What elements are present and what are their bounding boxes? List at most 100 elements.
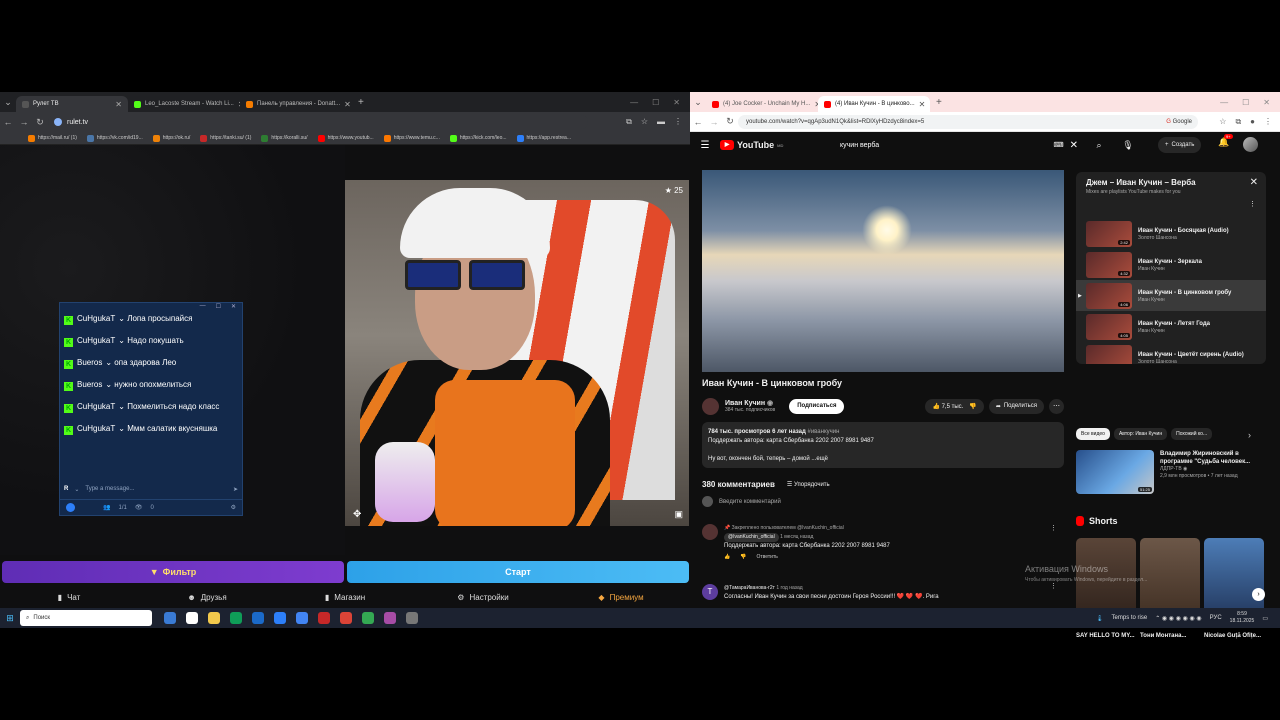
channel-name[interactable]: Иван Кучин ◉ xyxy=(725,399,775,407)
video-player[interactable] xyxy=(702,170,1064,372)
windows-start-icon[interactable]: ⊞ xyxy=(0,613,20,624)
chat-minimize-icon[interactable]: — xyxy=(200,303,206,313)
bookmark-item[interactable]: https://ok.ru/ xyxy=(152,134,190,142)
minimize-icon[interactable]: — xyxy=(1220,98,1228,107)
close-icon[interactable]: ✕ xyxy=(1250,177,1258,188)
url-field[interactable]: youtube.com/watch?v=qgAp3udN1Qk&list=RDl… xyxy=(738,114,1198,129)
file-explorer-icon[interactable] xyxy=(208,612,220,624)
chat-nick[interactable]: Bueros xyxy=(77,358,102,367)
obs-icon[interactable] xyxy=(384,612,396,624)
thumbs-down-icon[interactable]: 👎 xyxy=(740,553,746,562)
terminal-icon[interactable] xyxy=(186,612,198,624)
chrome-icon[interactable] xyxy=(296,612,308,624)
new-tab-icon[interactable]: + xyxy=(352,97,370,108)
avatar[interactable] xyxy=(702,524,718,540)
task-view-icon[interactable] xyxy=(164,612,176,624)
chevron-right-icon[interactable]: › xyxy=(1248,430,1251,440)
chrome-profile-icon[interactable] xyxy=(340,612,352,624)
search-input[interactable]: кучин верба ⌨ ✕ xyxy=(830,136,1086,154)
reload-icon[interactable]: ↻ xyxy=(32,117,48,128)
chrome-profile-icon[interactable] xyxy=(362,612,374,624)
settings-gear-icon[interactable]: ⚙ xyxy=(231,504,236,511)
bookmark-item[interactable]: https://www.youtub... xyxy=(317,134,374,142)
app-icon[interactable] xyxy=(406,612,418,624)
app-icon[interactable] xyxy=(318,612,330,624)
short-title[interactable]: SAY HELLO TO MY... xyxy=(1076,632,1136,642)
bookmark-item[interactable]: https://www.temu.c... xyxy=(383,134,440,142)
forward-icon[interactable]: → xyxy=(16,117,32,127)
weather-text[interactable]: Temps to rise xyxy=(1112,615,1148,621)
language-indicator[interactable]: РУС xyxy=(1210,615,1222,621)
tab-rulet[interactable]: Рулет ТВ ✕ xyxy=(16,96,128,112)
move-icon[interactable]: ✥ xyxy=(353,509,361,520)
comment-author[interactable]: @ТамараИванова-г2т xyxy=(724,585,775,591)
gift-icon[interactable]: ▣ xyxy=(674,509,683,520)
google-lens-chip[interactable]: G Google xyxy=(1166,119,1198,125)
taskbar-search[interactable]: ⌕ Поиск xyxy=(20,610,152,626)
clock[interactable]: 8:59 18.11.2025 xyxy=(1230,611,1255,625)
filter-chip[interactable]: Автор: Иван Кучин xyxy=(1113,428,1168,440)
mix-item[interactable]: 4:13 Иван Кучин - Цветёт сирень (Audio)Зо… xyxy=(1076,342,1266,364)
hamburger-icon[interactable]: ☰ xyxy=(690,140,720,151)
star-counter[interactable]: ★ 25 xyxy=(665,186,683,195)
bell-icon[interactable]: 🔔 9+ xyxy=(1218,134,1233,148)
channel-name[interactable]: ЛДПР-ТВ xyxy=(1160,466,1182,472)
hashtag[interactable]: #иванкучин xyxy=(807,429,839,435)
filter-chip[interactable]: Похожий ко... xyxy=(1171,428,1213,440)
nav-settings[interactable]: ⚙ Настройки xyxy=(414,593,552,602)
nav-shop[interactable]: ▮ Магазин xyxy=(276,593,414,602)
mix-item[interactable]: 2:42 Иван Кучин - Босяцкая (Audio) Золото … xyxy=(1076,218,1266,249)
search-icon[interactable]: ⌕ xyxy=(1088,136,1110,154)
mix-item[interactable]: ▶ 4:06 Иван Кучин - В цинковом гробу Иван К… xyxy=(1076,280,1266,311)
maximize-icon[interactable]: ☐ xyxy=(1242,98,1249,107)
back-icon[interactable]: ← xyxy=(690,117,706,127)
chat-message-input[interactable]: Type a message... xyxy=(85,486,227,492)
mix-title[interactable]: Джем – Иван Кучин – Верба xyxy=(1086,178,1256,187)
bookmark-item[interactable]: https://mail.ru/ (1) xyxy=(28,134,77,142)
tab-donatty[interactable]: Панель управления - Donatt... ✕ xyxy=(240,96,352,112)
avatar[interactable] xyxy=(1243,137,1258,152)
profile-icon[interactable]: ● xyxy=(1250,117,1255,127)
bookmark-item[interactable]: https://koralli.su/ xyxy=(261,134,308,142)
site-info-icon[interactable] xyxy=(54,118,62,126)
filter-chip[interactable]: Все видео xyxy=(1076,428,1110,440)
notification-icon[interactable]: ▭ xyxy=(1262,615,1268,622)
description-box[interactable]: 784 тыс. просмотров 6 лет назад #иванкуч… xyxy=(702,422,1064,468)
comment-author[interactable]: @IvanKuchin_official xyxy=(724,533,779,542)
chat-close-icon[interactable]: ✕ xyxy=(231,303,236,313)
reload-icon[interactable]: ↻ xyxy=(722,116,738,127)
send-icon[interactable]: ➤ xyxy=(233,486,238,493)
next-arrow-icon[interactable]: › xyxy=(1252,588,1265,601)
comment-menu-icon[interactable]: ⋮ xyxy=(1050,524,1057,532)
chat-maximize-icon[interactable]: ☐ xyxy=(216,303,221,313)
recommended-video[interactable]: 51:25 Владимир Жириновский в программе "… xyxy=(1076,450,1266,494)
mix-item[interactable]: 4:05 Иван Кучин - Летят Года Иван Кучин xyxy=(1076,311,1266,342)
filter-button[interactable]: ▼ Фильтр xyxy=(2,561,344,583)
install-app-icon[interactable]: ⧉ xyxy=(626,117,632,127)
tab-kuchin[interactable]: (4) Иван Кучин - В цинково... ✕ xyxy=(818,96,930,112)
comment-input[interactable]: Введите комментарий xyxy=(719,499,781,505)
extension-icon[interactable]: ▬ xyxy=(657,117,665,127)
subscribe-button[interactable]: Подписаться xyxy=(789,398,845,414)
close-window-icon[interactable]: ✕ xyxy=(1263,98,1270,107)
chat-nick[interactable]: CuHgukaT xyxy=(77,314,115,323)
bookmark-star-icon[interactable]: ☆ xyxy=(641,117,648,127)
chat-nick[interactable]: Bueros xyxy=(77,380,102,389)
tab-search-icon[interactable]: ⌄ xyxy=(0,97,16,108)
mix-item[interactable]: 4:32 Иван Кучин - Зеркала Иван Кучин xyxy=(1076,249,1266,280)
store-icon[interactable] xyxy=(252,612,264,624)
keyboard-icon[interactable]: ⌨ xyxy=(1054,141,1064,149)
close-tab-icon[interactable]: ✕ xyxy=(115,100,122,109)
bookmark-item[interactable]: https://kick.com/leo... xyxy=(449,134,507,142)
short-title[interactable]: Тони Монтана... xyxy=(1140,632,1200,642)
webcam-video[interactable]: ★ 25 ✥ ▣ xyxy=(345,180,689,526)
chat-platform-badge[interactable]: R xyxy=(64,486,68,492)
chevron-down-icon[interactable]: ⌄ xyxy=(74,486,79,493)
clear-search-icon[interactable]: ✕ xyxy=(1070,140,1078,151)
bookmark-star-icon[interactable]: ☆ xyxy=(1219,117,1226,127)
close-tab-icon[interactable]: ✕ xyxy=(344,100,351,109)
tray-icons[interactable]: ⌃ ◉ ◉ ◉ ◉ ◉ ◉ xyxy=(1155,615,1201,622)
weather-icon[interactable]: 🌡 xyxy=(1096,615,1104,622)
chat-nick[interactable]: CuHgukaT xyxy=(77,424,115,433)
video-thumbnail[interactable]: 51:25 xyxy=(1076,450,1154,494)
